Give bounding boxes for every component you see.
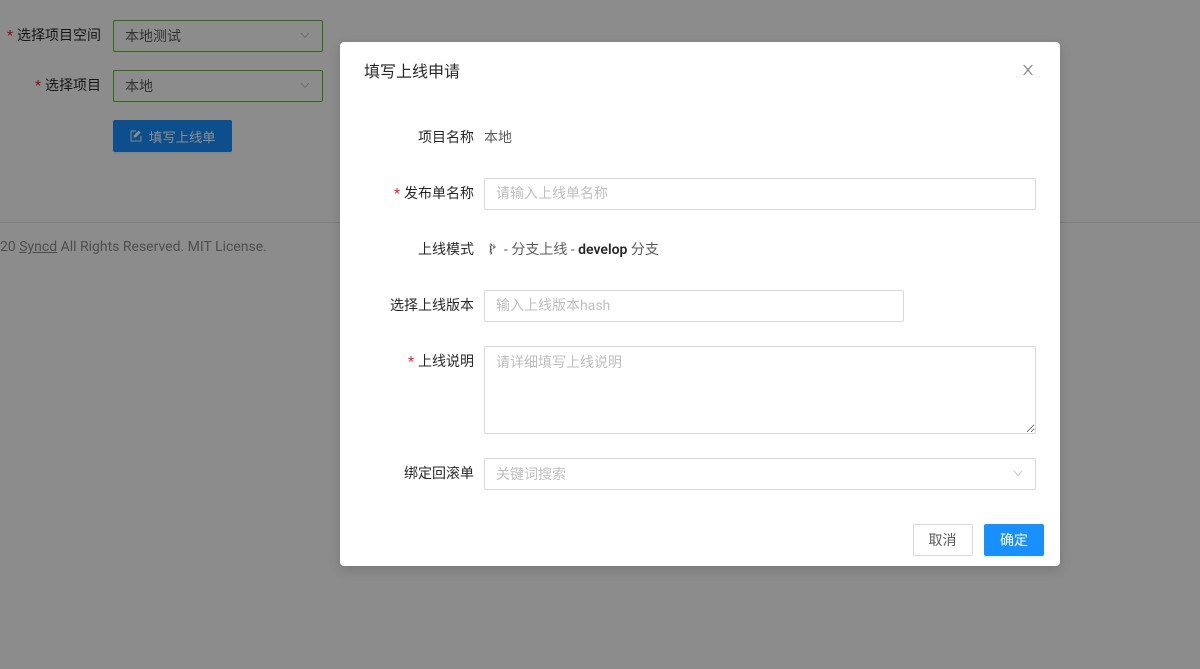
branch-icon <box>484 234 498 266</box>
mode-branch: develop <box>578 242 627 258</box>
modal-title: 填写上线申请 <box>364 58 460 82</box>
project-name-value: 本地 <box>484 122 1036 154</box>
close-icon[interactable] <box>1020 62 1036 79</box>
mode-value: - 分支上线 - develop 分支 <box>484 234 1036 266</box>
release-name-label: 发布单名称 <box>364 178 484 210</box>
mode-prefix: - 分支上线 - <box>504 242 578 258</box>
mode-label: 上线模式 <box>364 234 484 266</box>
project-name-label: 项目名称 <box>364 122 484 154</box>
version-label: 选择上线版本 <box>364 290 484 322</box>
desc-textarea[interactable] <box>484 346 1036 434</box>
cancel-button[interactable]: 取消 <box>913 524 973 556</box>
version-input[interactable] <box>484 290 904 322</box>
rollback-placeholder: 关键词搜索 <box>496 464 566 484</box>
release-name-input[interactable] <box>484 178 1036 210</box>
rollback-select[interactable]: 关键词搜索 <box>484 458 1036 490</box>
deploy-apply-modal: 填写上线申请 项目名称 本地 发布单名称 上线模式 - 分支上线 - devel… <box>340 42 1060 566</box>
ok-button[interactable]: 确定 <box>984 524 1044 556</box>
desc-label: 上线说明 <box>364 346 484 434</box>
mode-suffix: 分支 <box>627 242 658 258</box>
chevron-down-icon <box>1012 466 1024 482</box>
rollback-label: 绑定回滚单 <box>364 458 484 490</box>
